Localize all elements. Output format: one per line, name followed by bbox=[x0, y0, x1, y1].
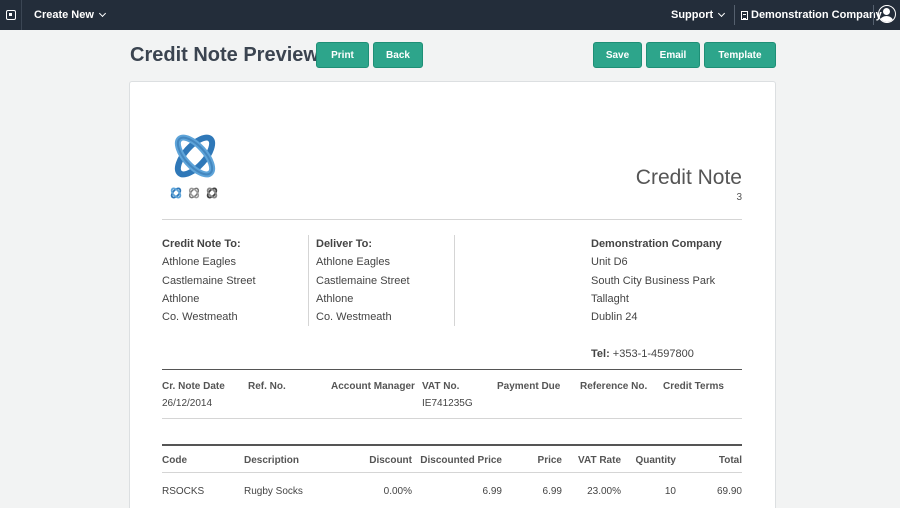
cell-vat-rate: 23.00% bbox=[587, 486, 621, 497]
address-line: Castlemaine Street bbox=[162, 274, 256, 287]
header-credit-note-date: Cr. Note Date bbox=[162, 381, 225, 392]
value-credit-note-date: 26/12/2014 bbox=[162, 398, 213, 409]
address-line: Co. Westmeath bbox=[316, 311, 392, 324]
cell-discounted-price: 6.99 bbox=[482, 486, 502, 497]
user-avatar-icon[interactable] bbox=[878, 5, 896, 23]
tel-label: Tel: bbox=[591, 348, 610, 360]
print-button[interactable]: Print bbox=[316, 42, 369, 68]
cell-price: 6.99 bbox=[542, 486, 562, 497]
deliver-to-block: Deliver To: Athlone Eagles Castlemaine S… bbox=[316, 235, 410, 326]
deliver-to-heading: Deliver To: bbox=[316, 238, 373, 250]
column-divider bbox=[454, 235, 455, 326]
support-label: Support bbox=[671, 9, 714, 21]
home-button[interactable] bbox=[0, 0, 22, 30]
save-button[interactable]: Save bbox=[593, 42, 642, 68]
divider bbox=[162, 418, 742, 419]
nav-divider bbox=[734, 5, 735, 25]
header-payment-due: Payment Due bbox=[497, 381, 561, 392]
company-telephone: Tel: +353-1-4597800 bbox=[591, 345, 694, 363]
address-line: Co. Westmeath bbox=[162, 311, 238, 324]
document-title: Credit Note bbox=[635, 166, 742, 189]
header-reference-no: Reference No. bbox=[580, 381, 648, 392]
cell-quantity: 10 bbox=[664, 486, 676, 497]
column-divider bbox=[308, 235, 309, 326]
address-line: South City Business Park bbox=[591, 274, 716, 287]
credit-note-to-block: Credit Note To: Athlone Eagles Castlemai… bbox=[162, 235, 256, 326]
col-header-quantity: Quantity bbox=[635, 455, 676, 466]
divider bbox=[162, 219, 742, 220]
company-address-block: Demonstration Company Unit D6 South City… bbox=[591, 235, 722, 326]
col-header-vat-rate: VAT Rate bbox=[578, 455, 621, 466]
address-line: Dublin 24 bbox=[591, 311, 638, 324]
col-header-discounted-price: Discounted Price bbox=[420, 455, 502, 466]
address-line: Athlone bbox=[316, 292, 354, 305]
value-vat-no: IE741235G bbox=[422, 398, 473, 409]
top-nav-bar: Create New Support Demonstration Company bbox=[0, 0, 900, 30]
document-number: 3 bbox=[736, 192, 742, 203]
home-icon bbox=[5, 10, 16, 20]
cell-code: RSOCKS bbox=[162, 486, 205, 497]
template-button[interactable]: Template bbox=[704, 42, 776, 68]
company-switcher[interactable]: Demonstration Company bbox=[741, 0, 882, 30]
divider bbox=[162, 472, 742, 473]
support-menu[interactable]: Support bbox=[671, 0, 726, 30]
header-ref-no: Ref. No. bbox=[248, 381, 286, 392]
logo-mark-icon bbox=[188, 187, 200, 199]
chevron-down-icon bbox=[98, 9, 106, 18]
header-account-manager: Account Manager bbox=[331, 381, 415, 392]
company-name: Demonstration Company bbox=[751, 9, 882, 21]
col-header-description: Description bbox=[244, 455, 300, 466]
email-button[interactable]: Email bbox=[646, 42, 700, 68]
credit-note-to-heading: Credit Note To: bbox=[162, 238, 241, 250]
address-line: Castlemaine Street bbox=[316, 274, 410, 287]
address-line: Unit D6 bbox=[591, 256, 628, 269]
cell-description: Rugby Socks bbox=[244, 486, 303, 497]
create-new-menu[interactable]: Create New bbox=[34, 0, 106, 30]
create-new-label: Create New bbox=[34, 9, 94, 21]
cell-total: 69.90 bbox=[716, 486, 742, 497]
company-name-heading: Demonstration Company bbox=[591, 238, 722, 250]
back-button[interactable]: Back bbox=[373, 42, 423, 68]
chevron-down-icon bbox=[718, 9, 726, 18]
divider bbox=[162, 444, 742, 446]
divider bbox=[162, 369, 742, 370]
address-line: Athlone Eagles bbox=[162, 256, 236, 269]
col-header-discount: Discount bbox=[369, 455, 412, 466]
page-title: Credit Note Preview bbox=[130, 44, 319, 66]
header-credit-terms: Credit Terms bbox=[663, 381, 724, 392]
col-header-total: Total bbox=[718, 455, 742, 466]
nav-divider bbox=[873, 5, 874, 25]
logo-mark-icon bbox=[170, 187, 182, 199]
logo-mark-icon bbox=[206, 187, 218, 199]
address-line: Tallaght bbox=[591, 292, 629, 305]
address-line: Athlone bbox=[162, 292, 200, 305]
building-icon bbox=[741, 10, 748, 20]
company-logo bbox=[174, 134, 216, 178]
cell-discount: 0.00% bbox=[383, 486, 412, 497]
col-header-code: Code bbox=[162, 455, 187, 466]
header-vat-no: VAT No. bbox=[422, 381, 460, 392]
col-header-price: Price bbox=[537, 455, 562, 466]
address-line: Athlone Eagles bbox=[316, 256, 390, 269]
tel-value: +353-1-4597800 bbox=[609, 348, 694, 360]
